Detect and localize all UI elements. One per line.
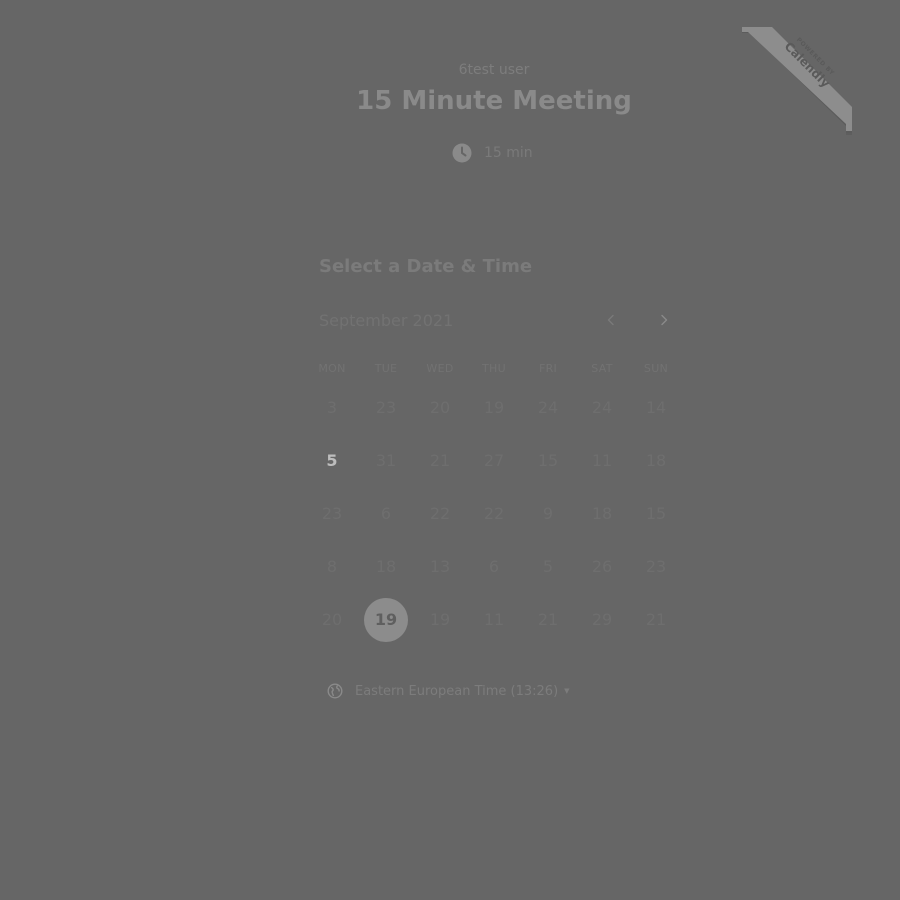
selected-day-circle[interactable]: 19 xyxy=(364,597,408,642)
calendar-day: 18 xyxy=(375,557,397,576)
clock-icon xyxy=(452,143,472,163)
weekday-fri: FRI xyxy=(538,362,558,375)
calendar-day: 9 xyxy=(542,504,554,523)
calendar-day: 23 xyxy=(321,504,343,523)
globe-icon xyxy=(327,683,343,699)
calendar-day: 20 xyxy=(429,398,451,417)
calendar-day: 24 xyxy=(537,398,559,417)
chevron-left-icon xyxy=(607,314,614,326)
calendar-week: 23 6 22 22 9 18 15 xyxy=(305,487,683,540)
calendar-week: 20 19 19 11 21 29 21 xyxy=(305,593,683,646)
calendar-day: 5 xyxy=(542,557,554,576)
calendar-week: 8 18 13 6 5 26 23 xyxy=(305,540,683,593)
event-duration: 15 min xyxy=(452,141,533,165)
calendar-day: 19 xyxy=(483,398,505,417)
chevron-right-icon xyxy=(661,314,668,326)
weekday-wed: WED xyxy=(426,362,454,375)
calendar-day: 3 xyxy=(326,398,338,417)
calendar-day-selected[interactable]: 19 xyxy=(359,593,413,646)
timezone-selector[interactable]: Eastern European Time (13:26) ▼ xyxy=(327,681,570,701)
calendar-day: 15 xyxy=(537,451,559,470)
weekday-tue: TUE xyxy=(374,362,398,375)
duration-text: 15 min xyxy=(484,145,533,161)
section-title: Select a Date & Time xyxy=(319,256,533,277)
calendar-day: 14 xyxy=(645,398,667,417)
calendar-day: 22 xyxy=(483,504,505,523)
weekday-mon: MON xyxy=(318,362,346,375)
calendar-day: 20 xyxy=(321,610,343,629)
calendar-day: 29 xyxy=(591,610,613,629)
calendar-day: 11 xyxy=(483,610,505,629)
weekday-header: MON TUE WED THU FRI SAT SUN xyxy=(305,362,683,375)
calendar-day: 26 xyxy=(591,557,613,576)
organizer-name: 6test user xyxy=(458,62,530,78)
calendar-day: 18 xyxy=(591,504,613,523)
calendar-day: 22 xyxy=(429,504,451,523)
calendar-day: 6 xyxy=(488,557,500,576)
calendar-day: 19 xyxy=(429,610,451,629)
previous-month-button[interactable] xyxy=(600,309,622,331)
calendar-day: 21 xyxy=(429,451,451,470)
month-label: September 2021 xyxy=(319,311,454,330)
calendar-grid: 3 23 20 19 24 24 14 5 31 21 27 15 11 18 … xyxy=(305,381,683,646)
calendar-week: 3 23 20 19 24 24 14 xyxy=(305,381,683,434)
page: POWERED BY Calendly 6test user 15 Minute… xyxy=(0,0,900,900)
weekday-thu: THU xyxy=(482,362,506,375)
calendar-day: 13 xyxy=(429,557,451,576)
calendar-day: 31 xyxy=(375,451,397,470)
calendar-day: 24 xyxy=(591,398,613,417)
calendar-day: 8 xyxy=(326,557,338,576)
calendar-day-today: 5 xyxy=(326,451,338,470)
calendar-day: 23 xyxy=(645,557,667,576)
weekday-sat: SAT xyxy=(591,362,613,375)
event-title: 15 Minute Meeting xyxy=(356,86,632,116)
weekday-sun: SUN xyxy=(643,362,669,375)
next-month-button[interactable] xyxy=(653,309,675,331)
calendar-day: 21 xyxy=(645,610,667,629)
calendar-day: 21 xyxy=(537,610,559,629)
calendar-day: 18 xyxy=(645,451,667,470)
calendar-day: 11 xyxy=(591,451,613,470)
calendar-day: 15 xyxy=(645,504,667,523)
calendar-day: 6 xyxy=(380,504,392,523)
calendar-week: 5 31 21 27 15 11 18 xyxy=(305,434,683,487)
calendar-day: 27 xyxy=(483,451,505,470)
timezone-label: Eastern European Time (13:26) xyxy=(355,683,559,699)
caret-down-icon: ▼ xyxy=(564,687,570,695)
calendar-day: 23 xyxy=(375,398,397,417)
